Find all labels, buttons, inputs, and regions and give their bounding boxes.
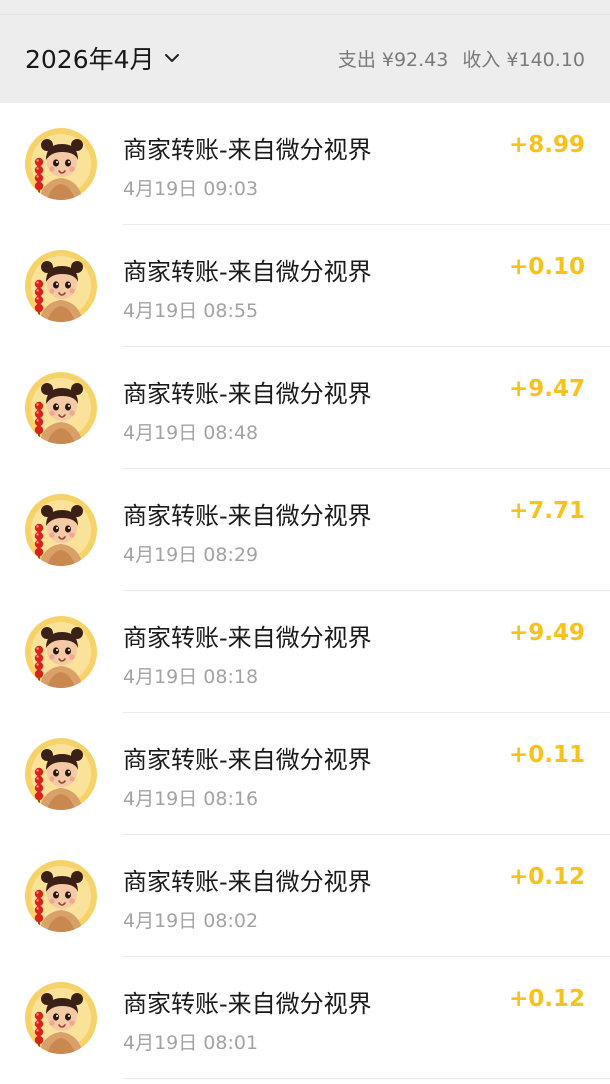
transaction-amount: +8.99 xyxy=(508,132,585,158)
transaction-row[interactable]: 商家转账-来自微分视界 4月19日 08:02 +0.12 xyxy=(0,835,610,957)
transaction-row[interactable]: 商家转账-来自微分视界 4月19日 08:18 +9.49 xyxy=(0,591,610,713)
transaction-time: 4月19日 08:01 xyxy=(123,1032,259,1054)
transaction-row[interactable]: 商家转账-来自微分视界 4月19日 08:48 +9.47 xyxy=(0,347,610,469)
transaction-title: 商家转账-来自微分视界 xyxy=(123,990,372,1018)
transaction-amount: +0.12 xyxy=(508,986,585,1012)
transaction-row[interactable]: 商家转账-来自微分视界 4月19日 08:55 +0.10 xyxy=(0,225,610,347)
row-divider xyxy=(122,1078,610,1079)
transaction-title: 商家转账-来自微分视界 xyxy=(123,258,372,286)
month-header: 2026年4月 支出 ¥92.43 收入 ¥140.10 xyxy=(0,15,610,103)
transaction-amount: +0.10 xyxy=(508,254,585,280)
expense-amount: ¥92.43 xyxy=(381,49,449,71)
transaction-time: 4月19日 08:16 xyxy=(123,788,259,810)
transaction-amount: +9.49 xyxy=(508,620,585,646)
transaction-title: 商家转账-来自微分视界 xyxy=(123,136,372,164)
month-selector[interactable]: 2026年4月 xyxy=(25,41,181,75)
income-amount: ¥140.10 xyxy=(506,49,585,71)
income-label: 收入 xyxy=(462,49,501,71)
transaction-title: 商家转账-来自微分视界 xyxy=(123,502,372,530)
transaction-title: 商家转账-来自微分视界 xyxy=(123,380,372,408)
income-summary: 收入 ¥140.10 xyxy=(462,45,585,72)
avatar-girl-icon xyxy=(25,494,97,566)
avatar-girl-icon xyxy=(25,372,97,444)
chevron-down-icon xyxy=(164,54,179,62)
avatar-girl-icon xyxy=(25,250,97,322)
avatar-girl-icon xyxy=(25,860,97,932)
transaction-time: 4月19日 08:29 xyxy=(123,544,259,566)
transaction-title: 商家转账-来自微分视界 xyxy=(123,868,372,896)
expense-summary: 支出 ¥92.43 xyxy=(338,45,449,72)
transaction-row[interactable]: 商家转账-来自微分视界 4月19日 09:03 +8.99 xyxy=(0,103,610,225)
transaction-amount: +9.47 xyxy=(508,376,585,402)
transaction-list: 商家转账-来自微分视界 4月19日 09:03 +8.99 商家转账-来自微分视… xyxy=(0,103,610,1079)
transaction-time: 4月19日 08:02 xyxy=(123,910,259,932)
transaction-amount: +0.11 xyxy=(508,742,585,768)
transaction-title: 商家转账-来自微分视界 xyxy=(123,624,372,652)
transaction-amount: +0.12 xyxy=(508,864,585,890)
transaction-row[interactable]: 商家转账-来自微分视界 4月19日 08:29 +7.71 xyxy=(0,469,610,591)
avatar-girl-icon xyxy=(25,982,97,1054)
avatar-girl-icon xyxy=(25,128,97,200)
transaction-time: 4月19日 08:48 xyxy=(123,422,259,444)
transaction-time: 4月19日 09:03 xyxy=(123,178,259,200)
top-strip xyxy=(0,0,610,15)
transaction-time: 4月19日 08:18 xyxy=(123,666,259,688)
transaction-title: 商家转账-来自微分视界 xyxy=(123,746,372,774)
transaction-row[interactable]: 商家转账-来自微分视界 4月19日 08:16 +0.11 xyxy=(0,713,610,835)
month-label: 2026年4月 xyxy=(25,45,155,74)
transaction-time: 4月19日 08:55 xyxy=(123,300,259,322)
transaction-amount: +7.71 xyxy=(508,498,585,524)
avatar-girl-icon xyxy=(25,738,97,810)
expense-label: 支出 xyxy=(337,49,376,71)
transaction-row[interactable]: 商家转账-来自微分视界 4月19日 08:01 +0.12 xyxy=(0,957,610,1079)
avatar-girl-icon xyxy=(25,616,97,688)
month-summary: 支出 ¥92.43 收入 ¥140.10 xyxy=(338,45,585,72)
